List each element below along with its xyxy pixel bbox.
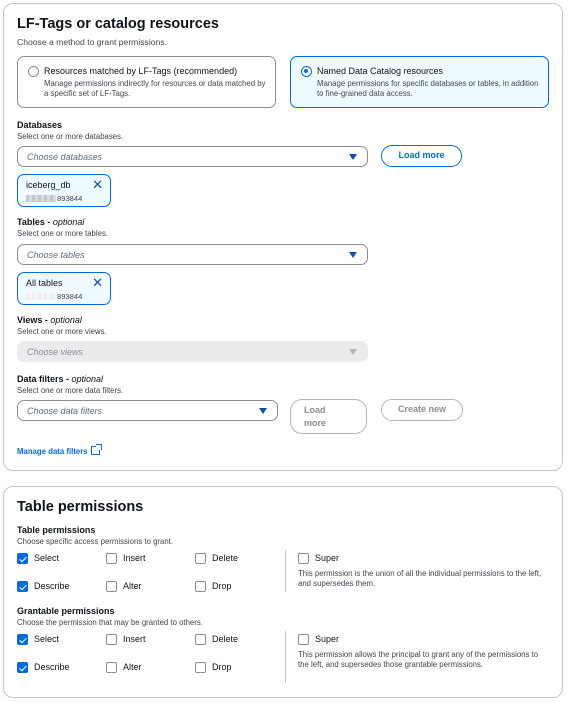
perms-label: Table permissions — [17, 525, 96, 535]
grant-insert-checkbox[interactable] — [106, 634, 117, 645]
perm-super-checkbox[interactable] — [298, 553, 309, 564]
caret-down-icon — [349, 154, 357, 160]
grant-super-checkbox[interactable] — [298, 634, 309, 645]
divider — [285, 550, 286, 592]
table-permissions-panel: Table permissions Table permissions Choo… — [3, 486, 563, 698]
grant-super-label: Super — [315, 634, 340, 644]
perm-describe-label: Describe — [34, 581, 70, 591]
perm-insert-label: Insert — [123, 553, 146, 563]
perm-insert-checkbox[interactable] — [106, 553, 117, 564]
grantable-sublabel: Choose the permission that may be grante… — [17, 618, 203, 627]
perm-drop-checkbox[interactable] — [195, 581, 206, 592]
create-new-filter-button: Create new — [381, 399, 463, 421]
tables-select[interactable]: Choose tables — [17, 244, 368, 265]
grant-alter-checkbox[interactable] — [106, 662, 117, 673]
grant-delete-label: Delete — [212, 634, 239, 644]
data-filters-sublabel: Select one or more data filters. — [17, 386, 124, 395]
views-sublabel: Select one or more views. — [17, 327, 107, 336]
views-label: Views - optional — [17, 315, 82, 325]
data-filters-load-more-button: Load more — [290, 399, 367, 434]
grant-insert-label: Insert — [123, 634, 146, 644]
table-permissions-title: Table permissions — [17, 499, 144, 515]
option-named-label: Named Data Catalog resources — [317, 66, 444, 76]
tables-sublabel: Select one or more tables. — [17, 229, 109, 238]
databases-sublabel: Select one or more databases. — [17, 132, 124, 141]
grant-drop-label: Drop — [212, 662, 232, 672]
views-select: Choose views — [17, 341, 368, 362]
database-token: iceberg_db 893844 ✕ — [17, 174, 111, 207]
databases-placeholder: Choose databases — [27, 152, 103, 162]
grantable-label: Grantable permissions — [17, 606, 115, 616]
grant-delete-checkbox[interactable] — [195, 634, 206, 645]
close-icon[interactable]: ✕ — [92, 178, 103, 191]
option-lftags-label: Resources matched by LF-Tags (recommende… — [44, 66, 238, 76]
grant-select-checkbox[interactable] — [17, 634, 28, 645]
data-filters-placeholder: Choose data filters — [27, 406, 103, 416]
account-mask — [26, 293, 56, 300]
grant-select-label: Select — [34, 634, 60, 644]
grant-describe-checkbox[interactable] — [17, 662, 28, 673]
radio-lftags[interactable] — [28, 66, 39, 77]
external-link-icon — [90, 444, 102, 455]
account-mask — [26, 195, 56, 202]
grant-super-desc: This permission allows the principal to … — [298, 650, 539, 669]
tables-label: Tables - optional — [17, 217, 85, 227]
grant-describe-label: Describe — [34, 662, 70, 672]
perm-describe-checkbox[interactable] — [17, 581, 28, 592]
perm-select-label: Select — [34, 553, 60, 563]
perm-alter-label: Alter — [123, 581, 142, 591]
option-named-tile[interactable]: Named Data Catalog resources Manage perm… — [290, 56, 549, 108]
option-named-desc: Manage permissions for specific database… — [317, 79, 539, 98]
option-lftags-tile[interactable]: Resources matched by LF-Tags (recommende… — [17, 56, 276, 108]
table-token-name: All tables — [26, 278, 63, 288]
manage-data-filters-link[interactable]: Manage data filters — [17, 444, 102, 456]
resources-title: LF-Tags or catalog resources — [17, 16, 219, 32]
perm-super-desc: This permission is the union of all the … — [298, 569, 542, 588]
database-token-name: iceberg_db — [26, 180, 71, 190]
resources-panel: LF-Tags or catalog resources Choose a me… — [3, 3, 563, 471]
databases-label: Databases — [17, 120, 63, 130]
perm-delete-label: Delete — [212, 553, 239, 563]
grant-alter-label: Alter — [123, 662, 142, 672]
grant-drop-checkbox[interactable] — [195, 662, 206, 673]
caret-down-icon — [349, 252, 357, 258]
option-lftags-desc: Manage permissions indirectly for resour… — [44, 79, 266, 98]
views-placeholder: Choose views — [27, 347, 84, 357]
database-token-account: 893844 — [57, 194, 83, 203]
data-filters-select[interactable]: Choose data filters — [17, 400, 278, 421]
data-filters-label: Data filters - optional — [17, 374, 104, 384]
perm-select-checkbox[interactable] — [17, 553, 28, 564]
caret-down-icon — [259, 408, 267, 414]
table-token: All tables 893844 ✕ — [17, 272, 111, 305]
resources-subtitle: Choose a method to grant permissions. — [17, 37, 167, 47]
divider — [285, 631, 286, 683]
perm-drop-label: Drop — [212, 581, 232, 591]
perm-delete-checkbox[interactable] — [195, 553, 206, 564]
caret-down-icon — [349, 349, 357, 355]
table-token-account: 893844 — [57, 292, 83, 301]
databases-select[interactable]: Choose databases — [17, 146, 368, 167]
radio-named[interactable] — [301, 66, 312, 77]
databases-load-more-button[interactable]: Load more — [381, 145, 462, 167]
perms-sublabel: Choose specific access permissions to gr… — [17, 537, 174, 546]
tables-placeholder: Choose tables — [27, 250, 85, 260]
perm-alter-checkbox[interactable] — [106, 581, 117, 592]
perm-super-label: Super — [315, 553, 340, 563]
close-icon[interactable]: ✕ — [92, 276, 103, 289]
